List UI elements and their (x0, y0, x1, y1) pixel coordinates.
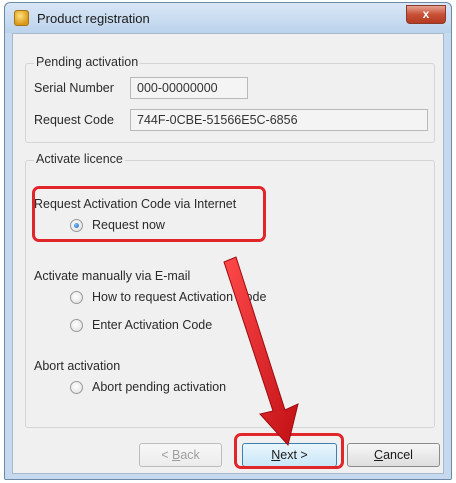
red-arrow-icon (223, 256, 299, 447)
